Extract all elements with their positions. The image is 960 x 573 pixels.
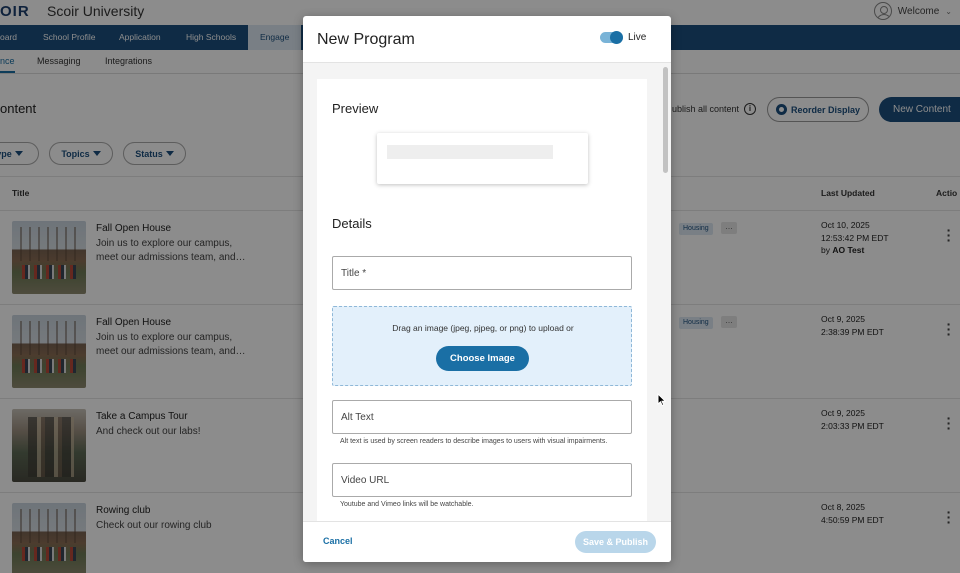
video-url-field-label: Video URL — [341, 475, 390, 486]
title-field[interactable]: Title * — [332, 256, 632, 290]
choose-image-button[interactable]: Choose Image — [436, 346, 529, 371]
program-form: Preview Details Title * Drag an image (j… — [317, 79, 647, 521]
video-url-field[interactable]: Video URL — [332, 463, 632, 497]
image-dropzone[interactable]: Drag an image (jpeg, pjpeg, or png) to u… — [332, 306, 632, 386]
new-program-modal: New Program Live Preview Details Title *… — [303, 16, 671, 562]
toggle-knob — [610, 31, 623, 44]
alt-text-field-label: Alt Text — [341, 412, 374, 423]
video-url-helper: Youtube and Vimeo links will be watchabl… — [340, 501, 474, 508]
preview-card — [377, 133, 588, 184]
modal-scrollbar[interactable] — [663, 67, 668, 173]
title-field-label: Title * — [341, 268, 367, 279]
preview-heading: Preview — [332, 101, 379, 116]
modal-body[interactable]: Preview Details Title * Drag an image (j… — [303, 63, 671, 521]
save-publish-button[interactable]: Save & Publish — [575, 531, 656, 553]
modal-footer: Cancel Save & Publish — [303, 521, 671, 562]
live-toggle[interactable] — [600, 31, 623, 44]
dropzone-text: Drag an image (jpeg, pjpeg, or png) to u… — [392, 323, 574, 333]
preview-placeholder — [387, 145, 553, 159]
modal-header: New Program Live — [303, 16, 671, 63]
details-heading: Details — [332, 216, 372, 231]
modal-title: New Program — [317, 31, 415, 48]
cancel-button[interactable]: Cancel — [323, 536, 353, 546]
alt-text-field[interactable]: Alt Text — [332, 400, 632, 434]
live-toggle-label: Live — [628, 32, 647, 43]
alt-text-helper: Alt text is used by screen readers to de… — [340, 438, 608, 445]
